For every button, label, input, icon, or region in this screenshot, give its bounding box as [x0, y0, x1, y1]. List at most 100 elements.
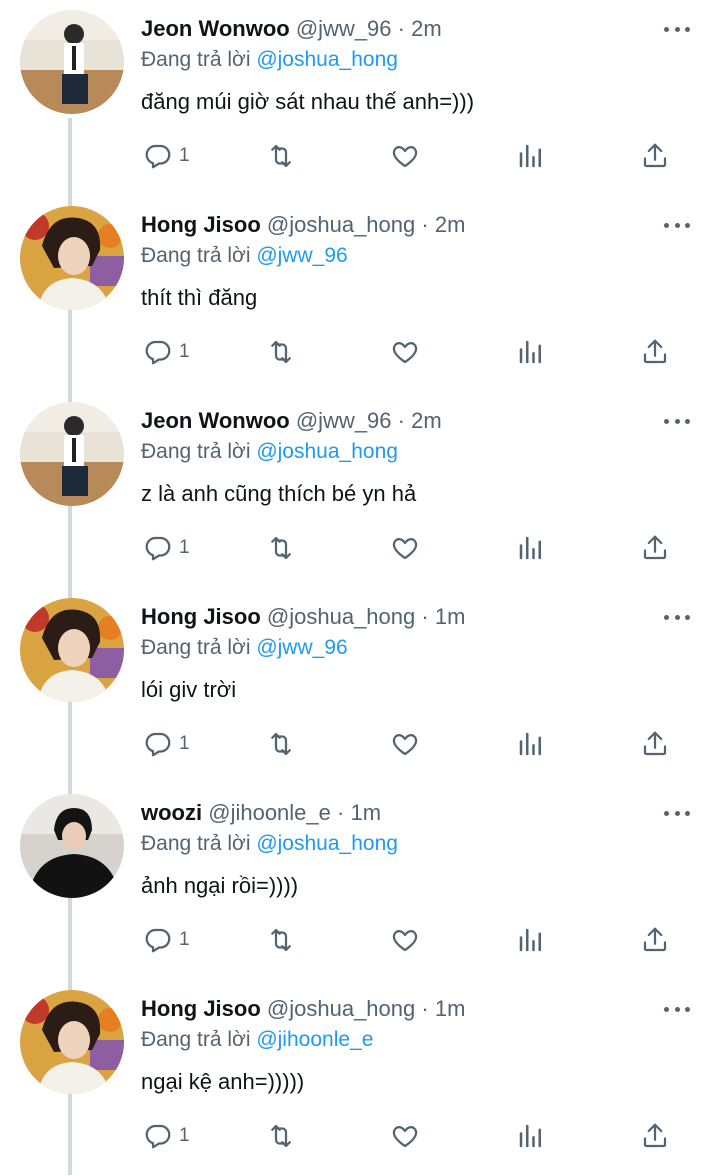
timestamp[interactable]: 2m: [411, 408, 442, 433]
timestamp[interactable]: 2m: [411, 16, 442, 41]
avatar[interactable]: [20, 402, 124, 506]
reply-count: 1: [179, 929, 190, 950]
action-bar: 1: [0, 1108, 720, 1164]
username[interactable]: @jww_96: [296, 408, 392, 433]
retweet-icon: [271, 144, 291, 168]
separator: ·: [421, 996, 429, 1021]
reply-button[interactable]: 1: [143, 1108, 190, 1164]
display-name[interactable]: Hong Jisoo: [141, 604, 261, 629]
tweet-header: Hong Jisoo @joshua_hong · 1m: [141, 604, 465, 634]
timestamp[interactable]: 1m: [435, 604, 466, 629]
retweet-button[interactable]: [266, 324, 296, 380]
mention-link[interactable]: @jihoonle_e: [256, 1028, 373, 1051]
display-name[interactable]: Hong Jisoo: [141, 996, 261, 1021]
reply-button[interactable]: 1: [143, 520, 190, 576]
username[interactable]: @joshua_hong: [267, 212, 415, 237]
retweet-button[interactable]: [266, 520, 296, 576]
username[interactable]: @joshua_hong: [267, 996, 415, 1021]
more-icon[interactable]: [664, 406, 690, 436]
tweet-text: ảnh ngại rồi=)))): [141, 873, 299, 898]
retweet-button[interactable]: [266, 1108, 296, 1164]
share-button[interactable]: [640, 128, 670, 184]
stats-button[interactable]: [516, 1108, 546, 1164]
separator: ·: [421, 212, 429, 237]
retweet-button[interactable]: [266, 912, 296, 968]
display-name[interactable]: Jeon Wonwoo: [141, 16, 290, 41]
tweet[interactable]: Hong Jisoo @joshua_hong · 2m Đang trả lờ…: [0, 196, 720, 392]
more-icon[interactable]: [664, 994, 690, 1024]
stats-icon: [519, 340, 541, 364]
mention-link[interactable]: @joshua_hong: [256, 48, 398, 71]
share-button[interactable]: [640, 1108, 670, 1164]
reply-icon: [145, 1124, 171, 1149]
tweet[interactable]: woozi @jihoonle_e · 1m Đang trả lời @jos…: [0, 784, 720, 980]
mention-link[interactable]: @jww_96: [256, 636, 347, 659]
share-button[interactable]: [640, 324, 670, 380]
mention-link[interactable]: @joshua_hong: [256, 832, 398, 855]
reply-icon: [145, 732, 171, 757]
tweet[interactable]: Hong Jisoo @joshua_hong · 1m Đang trả lờ…: [0, 588, 720, 784]
share-button[interactable]: [640, 716, 670, 772]
more-icon[interactable]: [664, 14, 690, 44]
avatar[interactable]: [20, 10, 124, 114]
stats-button[interactable]: [516, 520, 546, 576]
username[interactable]: @joshua_hong: [267, 604, 415, 629]
avatar[interactable]: [20, 794, 124, 898]
more-icon[interactable]: [664, 210, 690, 240]
replying-to-label: Đang trả lời: [141, 440, 251, 463]
mention-link[interactable]: @jww_96: [256, 244, 347, 267]
share-button[interactable]: [640, 912, 670, 968]
like-button[interactable]: [390, 912, 420, 968]
timestamp[interactable]: 2m: [435, 212, 466, 237]
share-button[interactable]: [640, 520, 670, 576]
retweet-icon: [271, 1124, 291, 1148]
reply-icon: [145, 340, 171, 365]
like-button[interactable]: [390, 324, 420, 380]
avatar[interactable]: [20, 206, 124, 310]
tweet-text: thít thì đăng: [141, 285, 258, 310]
reply-count: 1: [179, 1125, 190, 1146]
avatar[interactable]: [20, 990, 124, 1094]
share-icon: [643, 143, 667, 168]
action-bar: 1: [0, 324, 720, 380]
tweet[interactable]: Jeon Wonwoo @jww_96 · 2m Đang trả lời @j…: [0, 0, 720, 196]
tweet[interactable]: Jeon Wonwoo @jww_96 · 2m Đang trả lời @j…: [0, 392, 720, 588]
stats-button[interactable]: [516, 912, 546, 968]
reply-button[interactable]: 1: [143, 324, 190, 380]
display-name[interactable]: woozi: [141, 800, 202, 825]
stats-button[interactable]: [516, 128, 546, 184]
reply-button[interactable]: 1: [143, 912, 190, 968]
more-icon[interactable]: [664, 602, 690, 632]
heart-icon: [392, 342, 418, 364]
like-button[interactable]: [390, 716, 420, 772]
separator: ·: [337, 800, 345, 825]
retweet-button[interactable]: [266, 716, 296, 772]
replying-to-label: Đang trả lời: [141, 832, 251, 855]
replying-to: Đang trả lời @jww_96: [141, 244, 348, 268]
stats-button[interactable]: [516, 324, 546, 380]
timestamp[interactable]: 1m: [350, 800, 381, 825]
replying-to: Đang trả lời @jihoonle_e: [141, 1028, 373, 1052]
like-button[interactable]: [390, 520, 420, 576]
like-button[interactable]: [390, 128, 420, 184]
stats-button[interactable]: [516, 716, 546, 772]
tweet[interactable]: Hong Jisoo @joshua_hong · 1m Đang trả lờ…: [0, 980, 720, 1176]
action-bar: 1: [0, 716, 720, 772]
avatar[interactable]: [20, 598, 124, 702]
retweet-button[interactable]: [266, 128, 296, 184]
replying-to-label: Đang trả lời: [141, 244, 251, 267]
reply-icon: [145, 536, 171, 561]
like-button[interactable]: [390, 1108, 420, 1164]
replying-to: Đang trả lời @joshua_hong: [141, 832, 398, 856]
display-name[interactable]: Hong Jisoo: [141, 212, 261, 237]
reply-button[interactable]: 1: [143, 716, 190, 772]
timestamp[interactable]: 1m: [435, 996, 466, 1021]
reply-button[interactable]: 1: [143, 128, 190, 184]
heart-icon: [392, 734, 418, 756]
username[interactable]: @jww_96: [296, 16, 392, 41]
more-icon[interactable]: [664, 798, 690, 828]
username[interactable]: @jihoonle_e: [208, 800, 331, 825]
tweet-text: ngại kệ anh=))))): [141, 1069, 305, 1094]
display-name[interactable]: Jeon Wonwoo: [141, 408, 290, 433]
mention-link[interactable]: @joshua_hong: [256, 440, 398, 463]
